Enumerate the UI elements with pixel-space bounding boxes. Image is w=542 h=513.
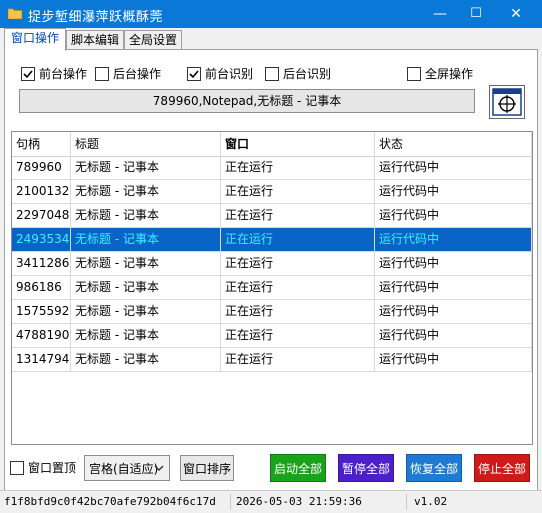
background-op-label: 后台操作 bbox=[113, 67, 162, 81]
layout-select[interactable]: 宫格(自适应) bbox=[84, 455, 170, 481]
target-picker-button[interactable] bbox=[489, 85, 525, 119]
cell-handle: 2297048 bbox=[12, 204, 71, 227]
table-row[interactable]: 3411286 无标题 - 记事本 正在运行 运行代码中 bbox=[12, 252, 532, 276]
table-row[interactable]: 1575592 无标题 - 记事本 正在运行 运行代码中 bbox=[12, 300, 532, 324]
window-ops-panel: 前台操作 后台操作 前台识别 后台识别 全屏操作 789960,Notepad,… bbox=[4, 49, 538, 491]
table-row[interactable]: 2297048 无标题 - 记事本 正在运行 运行代码中 bbox=[12, 204, 532, 228]
cell-handle: 2493534 bbox=[12, 228, 71, 251]
foreground-recog-label: 前台识别 bbox=[205, 67, 254, 81]
table-row[interactable]: 1314794 无标题 - 记事本 正在运行 运行代码中 bbox=[12, 348, 532, 372]
maximize-button[interactable]: ☐ bbox=[458, 0, 494, 28]
checkbox-box bbox=[95, 67, 109, 81]
cell-title: 无标题 - 记事本 bbox=[71, 300, 221, 323]
cell-window: 正在运行 bbox=[221, 156, 375, 179]
column-header-handle[interactable]: 句柄 bbox=[12, 132, 71, 156]
cell-status: 运行代码中 bbox=[375, 156, 532, 179]
cell-title: 无标题 - 记事本 bbox=[71, 228, 221, 251]
status-bar: f1f8bfd9c0f42bc70afe792b04f6c17d 2026-05… bbox=[0, 490, 542, 513]
cell-handle: 2100132 bbox=[12, 180, 71, 203]
table-row[interactable]: 2493534 无标题 - 记事本 正在运行 运行代码中 bbox=[12, 228, 532, 252]
status-separator bbox=[230, 494, 231, 510]
checkbox-box bbox=[187, 67, 201, 81]
status-separator bbox=[406, 494, 407, 510]
pin-top-label: 窗口置顶 bbox=[28, 461, 77, 475]
column-header-title[interactable]: 标题 bbox=[71, 132, 221, 156]
table-row[interactable]: 2100132 无标题 - 记事本 正在运行 运行代码中 bbox=[12, 180, 532, 204]
cell-status: 运行代码中 bbox=[375, 348, 532, 371]
tab-window-ops[interactable]: 窗口操作 bbox=[4, 28, 66, 51]
window-list-table: 句柄 标题 窗口 状态 789960 无标题 - 记事本 正在运行 运行代码中 2100… bbox=[11, 131, 533, 445]
cell-title: 无标题 - 记事本 bbox=[71, 156, 221, 179]
column-header-window[interactable]: 窗口 bbox=[221, 132, 375, 156]
cell-status: 运行代码中 bbox=[375, 324, 532, 347]
cell-handle: 789960 bbox=[12, 156, 71, 179]
checkbox-box bbox=[265, 67, 279, 81]
close-button[interactable]: ✕ bbox=[498, 0, 534, 28]
cell-title: 无标题 - 记事本 bbox=[71, 276, 221, 299]
layout-select-value: 宫格(自适应) bbox=[89, 462, 159, 476]
cell-title: 无标题 - 记事本 bbox=[71, 324, 221, 347]
cell-status: 运行代码中 bbox=[375, 300, 532, 323]
minimize-button[interactable]: — bbox=[422, 0, 458, 28]
cell-status: 运行代码中 bbox=[375, 228, 532, 251]
status-version: v1.02 bbox=[414, 495, 448, 508]
client-area: 窗口操作 脚本编辑 全局设置 前台操作 后台操作 前台识别 后台识别 全屏操作 … bbox=[0, 28, 542, 513]
pause-all-button[interactable]: 暂停全部 bbox=[338, 454, 394, 482]
cell-handle: 3411286 bbox=[12, 252, 71, 275]
crosshair-window-icon bbox=[492, 88, 522, 116]
status-hash: f1f8bfd9c0f42bc70afe792b04f6c17d bbox=[4, 495, 216, 508]
cell-window: 正在运行 bbox=[221, 204, 375, 227]
title-bar: 捉步堑细瀑萍跃概酥莞 — ☐ ✕ bbox=[0, 0, 542, 28]
target-window-info: 789960,Notepad,无标题 - 记事本 bbox=[19, 89, 475, 113]
cell-title: 无标题 - 记事本 bbox=[71, 252, 221, 275]
cell-window: 正在运行 bbox=[221, 276, 375, 299]
table-row[interactable]: 986186 无标题 - 记事本 正在运行 运行代码中 bbox=[12, 276, 532, 300]
cell-status: 运行代码中 bbox=[375, 252, 532, 275]
cell-handle: 1575592 bbox=[12, 300, 71, 323]
foreground-op-label: 前台操作 bbox=[39, 67, 88, 81]
cell-status: 运行代码中 bbox=[375, 180, 532, 203]
start-all-button[interactable]: 启动全部 bbox=[270, 454, 326, 482]
cell-window: 正在运行 bbox=[221, 252, 375, 275]
cell-handle: 1314794 bbox=[12, 348, 71, 371]
cell-window: 正在运行 bbox=[221, 324, 375, 347]
table-row[interactable]: 789960 无标题 - 记事本 正在运行 运行代码中 bbox=[12, 156, 532, 180]
cell-window: 正在运行 bbox=[221, 228, 375, 251]
cell-title: 无标题 - 记事本 bbox=[71, 348, 221, 371]
stop-all-button[interactable]: 停止全部 bbox=[474, 454, 530, 482]
cell-window: 正在运行 bbox=[221, 300, 375, 323]
window-title: 捉步堑细瀑萍跃概酥莞 bbox=[28, 10, 164, 25]
chevron-down-icon bbox=[154, 465, 164, 471]
table-header: 句柄 标题 窗口 状态 bbox=[12, 132, 532, 157]
checkmark-icon bbox=[23, 70, 33, 79]
checkbox-box bbox=[21, 67, 35, 81]
table-row[interactable]: 4788190 无标题 - 记事本 正在运行 运行代码中 bbox=[12, 324, 532, 348]
window-sort-button[interactable]: 窗口排序 bbox=[180, 455, 234, 481]
checkmark-icon bbox=[189, 70, 199, 79]
cell-handle: 4788190 bbox=[12, 324, 71, 347]
cell-status: 运行代码中 bbox=[375, 204, 532, 227]
status-datetime: 2026-05-03 21:59:36 bbox=[236, 495, 362, 508]
checkbox-box bbox=[10, 461, 24, 475]
folder-icon bbox=[8, 8, 22, 19]
fullscreen-op-label: 全屏操作 bbox=[425, 67, 474, 81]
cell-status: 运行代码中 bbox=[375, 276, 532, 299]
cell-window: 正在运行 bbox=[221, 180, 375, 203]
column-header-status[interactable]: 状态 bbox=[375, 132, 532, 156]
tab-global-settings[interactable]: 全局设置 bbox=[124, 30, 182, 50]
cell-handle: 986186 bbox=[12, 276, 71, 299]
tab-script-edit[interactable]: 脚本编辑 bbox=[66, 30, 124, 50]
cell-window: 正在运行 bbox=[221, 348, 375, 371]
cell-title: 无标题 - 记事本 bbox=[71, 180, 221, 203]
background-recog-label: 后台识别 bbox=[283, 67, 332, 81]
cell-title: 无标题 - 记事本 bbox=[71, 204, 221, 227]
resume-all-button[interactable]: 恢复全部 bbox=[406, 454, 462, 482]
checkbox-box bbox=[407, 67, 421, 81]
